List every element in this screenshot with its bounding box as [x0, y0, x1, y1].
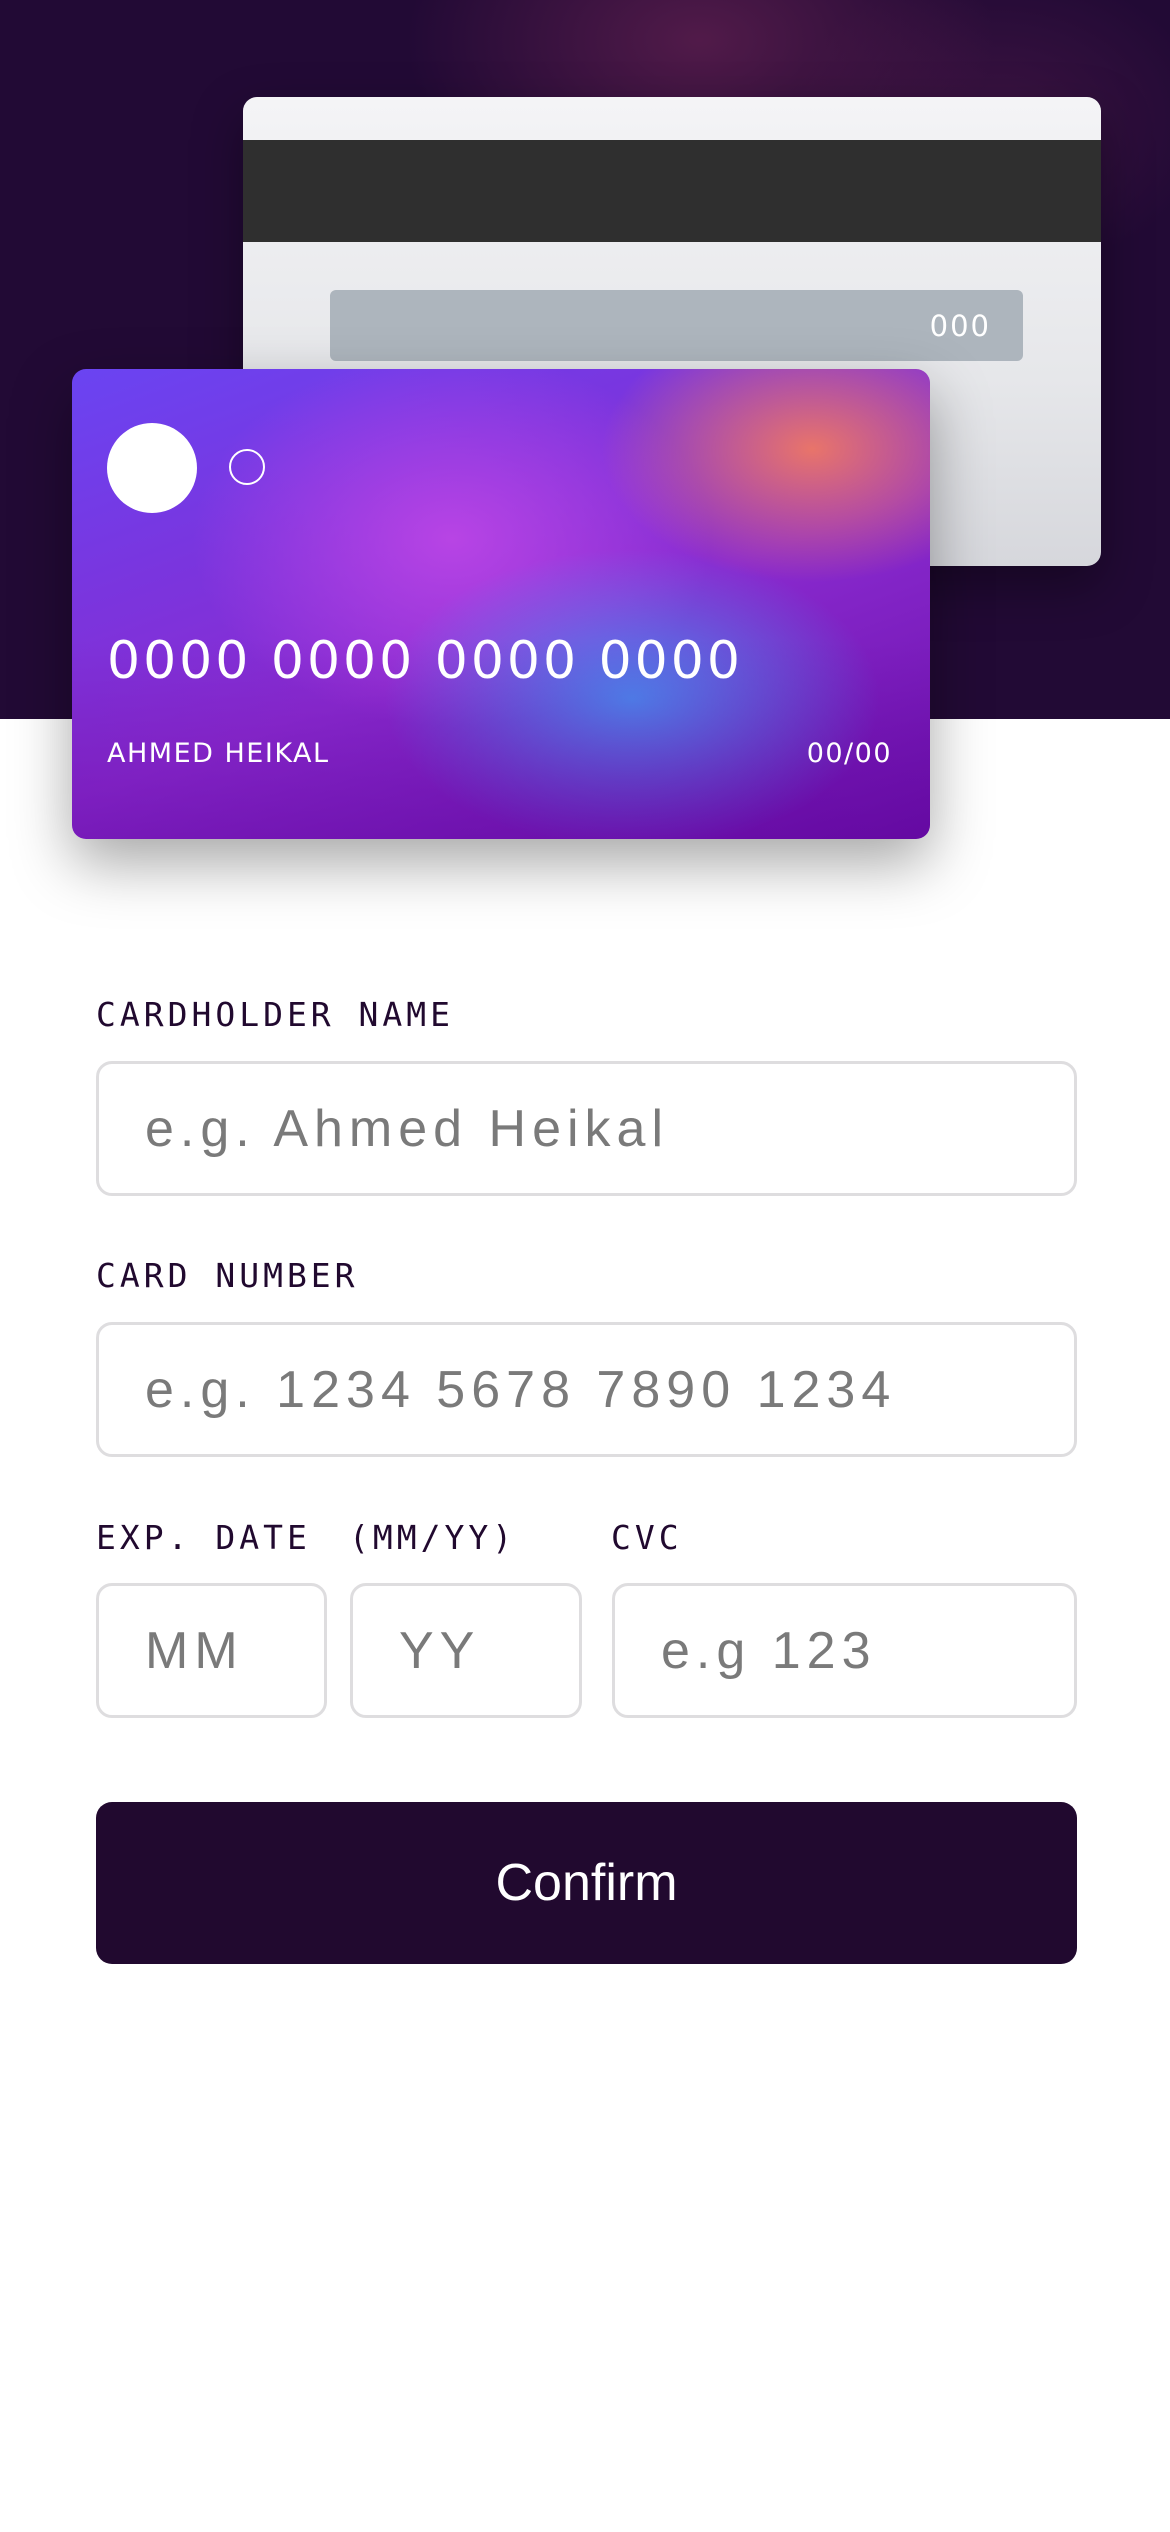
- card-logo-outline-circle-icon: [229, 449, 265, 485]
- card-front-expiry: 00/00: [806, 738, 892, 769]
- cardholder-name-label: CARDHOLDER NAME: [96, 995, 455, 1034]
- exp-month-input[interactable]: [96, 1583, 327, 1718]
- card-number-label: CARD NUMBER: [96, 1256, 359, 1295]
- confirm-button[interactable]: Confirm: [96, 1802, 1077, 1964]
- card-back-cvc: 000: [929, 308, 991, 343]
- cardholder-name-input[interactable]: [96, 1061, 1077, 1196]
- exp-year-input[interactable]: [350, 1583, 582, 1718]
- magnetic-stripe: [243, 140, 1101, 242]
- exp-date-format-label: (MM/YY): [349, 1518, 517, 1557]
- card-logo-filled-circle-icon: [107, 423, 197, 513]
- cvc-label: CVC: [611, 1518, 683, 1557]
- card-number-input[interactable]: [96, 1322, 1077, 1457]
- card-front: 0000 0000 0000 0000 AHMED HEIKAL 00/00: [72, 369, 930, 839]
- cvc-input[interactable]: [612, 1583, 1077, 1718]
- card-front-holder: AHMED HEIKAL: [107, 738, 330, 769]
- exp-date-label: EXP. DATE: [96, 1518, 311, 1557]
- card-front-number: 0000 0000 0000 0000: [107, 631, 743, 691]
- card-details-page: 000 0000 0000 0000 0000 AHMED HEIKAL 00/…: [0, 0, 1170, 2532]
- signature-panel: 000: [330, 290, 1023, 361]
